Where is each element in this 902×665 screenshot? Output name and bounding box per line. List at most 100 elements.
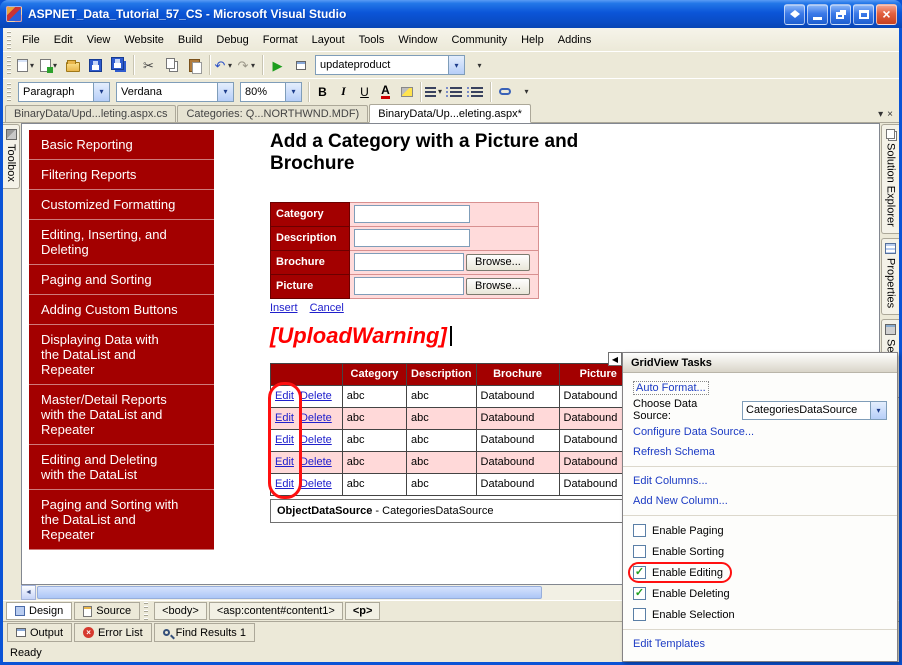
splitter-grip[interactable] [144, 602, 149, 620]
toolbox-tab[interactable]: Toolbox [3, 124, 20, 189]
auto-format-link[interactable]: Auto Format... [633, 381, 709, 395]
smart-tag-arrow[interactable]: ◀ [608, 352, 622, 366]
undo-button[interactable]: ↶ ▾ [213, 54, 236, 76]
brochure-browse-button[interactable]: Browse... [466, 254, 530, 272]
block-format-combobox[interactable]: Paragraph ▾ [18, 81, 110, 102]
bold-button[interactable]: B [312, 82, 333, 102]
save-all-button[interactable] [107, 54, 130, 76]
tag-p[interactable]: <p> [344, 602, 381, 620]
delete-link[interactable]: Delete [300, 390, 332, 402]
bullet-list-button[interactable] [466, 82, 487, 102]
menu-edit[interactable]: Edit [47, 30, 80, 50]
edit-link[interactable]: Edit [275, 412, 294, 424]
paste-button[interactable] [183, 54, 206, 76]
sidebar-item-master-detail[interactable]: Master/Detail Reports with the DataList … [29, 385, 214, 445]
tab-list-dropdown-button[interactable]: ▾ [878, 109, 883, 120]
minimize-button[interactable] [807, 3, 828, 25]
cut-button[interactable]: ✂ [137, 54, 160, 76]
combo-dropdown-button[interactable]: ▾ [448, 56, 464, 74]
menu-format[interactable]: Format [256, 30, 305, 50]
open-file-button[interactable] [61, 54, 84, 76]
combo-dropdown-button[interactable]: ▾ [285, 82, 301, 101]
underline-button[interactable]: U [354, 82, 375, 102]
save-button[interactable] [84, 54, 107, 76]
start-debugging-button[interactable]: ▶ [266, 54, 289, 76]
toolbar-grip[interactable] [7, 82, 11, 101]
numbered-list-button[interactable] [445, 82, 466, 102]
sidebar-item-basic-reporting[interactable]: Basic Reporting [29, 130, 214, 160]
menu-community[interactable]: Community [444, 30, 514, 50]
alignment-button[interactable]: ▾ [424, 82, 445, 102]
hyperlink-button[interactable] [494, 82, 515, 102]
edit-link[interactable]: Edit [275, 390, 294, 402]
font-size-combobox[interactable]: 80% ▾ [240, 81, 302, 102]
output-tab[interactable]: Output [7, 623, 73, 642]
menu-help[interactable]: Help [514, 30, 551, 50]
sidebar-item-custom-buttons[interactable]: Adding Custom Buttons [29, 295, 214, 325]
design-view-button[interactable]: Design [6, 602, 73, 620]
brochure-input[interactable] [354, 253, 464, 272]
new-website-button[interactable]: ▾ [15, 54, 38, 76]
sidebar-item-filtering-reports[interactable]: Filtering Reports [29, 160, 214, 190]
restore-button[interactable] [830, 3, 851, 25]
tag-asp-content[interactable]: <asp:content#content1> [208, 602, 343, 620]
sidebar-item-editing-datalist[interactable]: Editing and Deleting with the DataList [29, 445, 214, 490]
sidebar-item-datalist-repeater[interactable]: Displaying Data with the DataList and Re… [29, 325, 214, 385]
menu-file[interactable]: File [15, 30, 47, 50]
combo-dropdown-button[interactable]: ▾ [217, 82, 233, 101]
properties-tab[interactable]: Properties [881, 237, 899, 315]
toolbar-grip[interactable] [7, 30, 11, 49]
enable-sorting-checkbox[interactable] [633, 545, 646, 558]
menu-debug[interactable]: Debug [209, 30, 255, 50]
source-view-button[interactable]: Source [74, 602, 141, 620]
toolbar-grip[interactable] [7, 56, 11, 74]
picture-input[interactable] [354, 277, 464, 296]
enable-deleting-checkbox[interactable]: ✓ [633, 587, 646, 600]
sidebar-item-paging-sorting[interactable]: Paging and Sorting [29, 265, 214, 295]
menu-window[interactable]: Window [391, 30, 444, 50]
sidebar-item-customized-formatting[interactable]: Customized Formatting [29, 190, 214, 220]
close-button[interactable]: × [876, 3, 897, 25]
find-results-tab[interactable]: Find Results 1 [153, 623, 255, 642]
enable-paging-checkbox[interactable] [633, 524, 646, 537]
toolbar-options-button[interactable]: ▾ [468, 54, 491, 76]
tab-categories-mdf[interactable]: Categories: Q...NORTHWND.MDF) [177, 105, 369, 122]
edit-link[interactable]: Edit [275, 434, 294, 446]
menu-view[interactable]: View [80, 30, 118, 50]
configure-data-source-link[interactable]: Configure Data Source... [633, 426, 754, 438]
error-list-tab[interactable]: × Error List [74, 623, 152, 642]
redo-button[interactable]: ↷ ▾ [236, 54, 259, 76]
copy-button[interactable] [160, 54, 183, 76]
combo-dropdown-button[interactable]: ▾ [93, 82, 109, 101]
menu-build[interactable]: Build [171, 30, 209, 50]
browser-preview-button[interactable] [289, 54, 312, 76]
combo-dropdown-button[interactable]: ▾ [870, 401, 886, 419]
delete-link[interactable]: Delete [300, 456, 332, 468]
scrollbar-thumb[interactable] [37, 586, 542, 599]
enable-editing-checkbox[interactable]: ✓ [633, 566, 646, 579]
category-input[interactable] [354, 205, 470, 224]
enable-selection-checkbox[interactable] [633, 608, 646, 621]
edit-link[interactable]: Edit [275, 478, 294, 490]
menu-tools[interactable]: Tools [352, 30, 392, 50]
edit-link[interactable]: Edit [275, 456, 294, 468]
add-new-column-link[interactable]: Add New Column... [633, 495, 728, 507]
add-new-item-button[interactable]: ▾ [38, 54, 61, 76]
delete-link[interactable]: Delete [300, 434, 332, 446]
objectdatasource-control[interactable]: ObjectDataSource - CategoriesDataSource [270, 498, 623, 523]
cancel-link[interactable]: Cancel [310, 302, 344, 314]
delete-link[interactable]: Delete [300, 412, 332, 424]
maximize-button[interactable] [853, 3, 874, 25]
italic-button[interactable]: I [333, 82, 354, 102]
menu-addins[interactable]: Addins [551, 30, 599, 50]
description-input[interactable] [354, 229, 470, 248]
sidebar-item-paging-datalist[interactable]: Paging and Sorting with the DataList and… [29, 490, 214, 550]
edit-columns-link[interactable]: Edit Columns... [633, 475, 708, 487]
edit-templates-link[interactable]: Edit Templates [633, 638, 705, 650]
close-document-button[interactable]: × [887, 109, 893, 120]
menu-website[interactable]: Website [117, 30, 171, 50]
sidebar-item-editing-inserting-deleting[interactable]: Editing, Inserting, and Deleting [29, 220, 214, 265]
float-arrows-button[interactable] [784, 3, 805, 25]
find-combobox[interactable]: updateproduct ▾ [315, 55, 465, 75]
tab-binarydata-cs[interactable]: BinaryData/Upd...leting.aspx.cs [5, 105, 177, 122]
